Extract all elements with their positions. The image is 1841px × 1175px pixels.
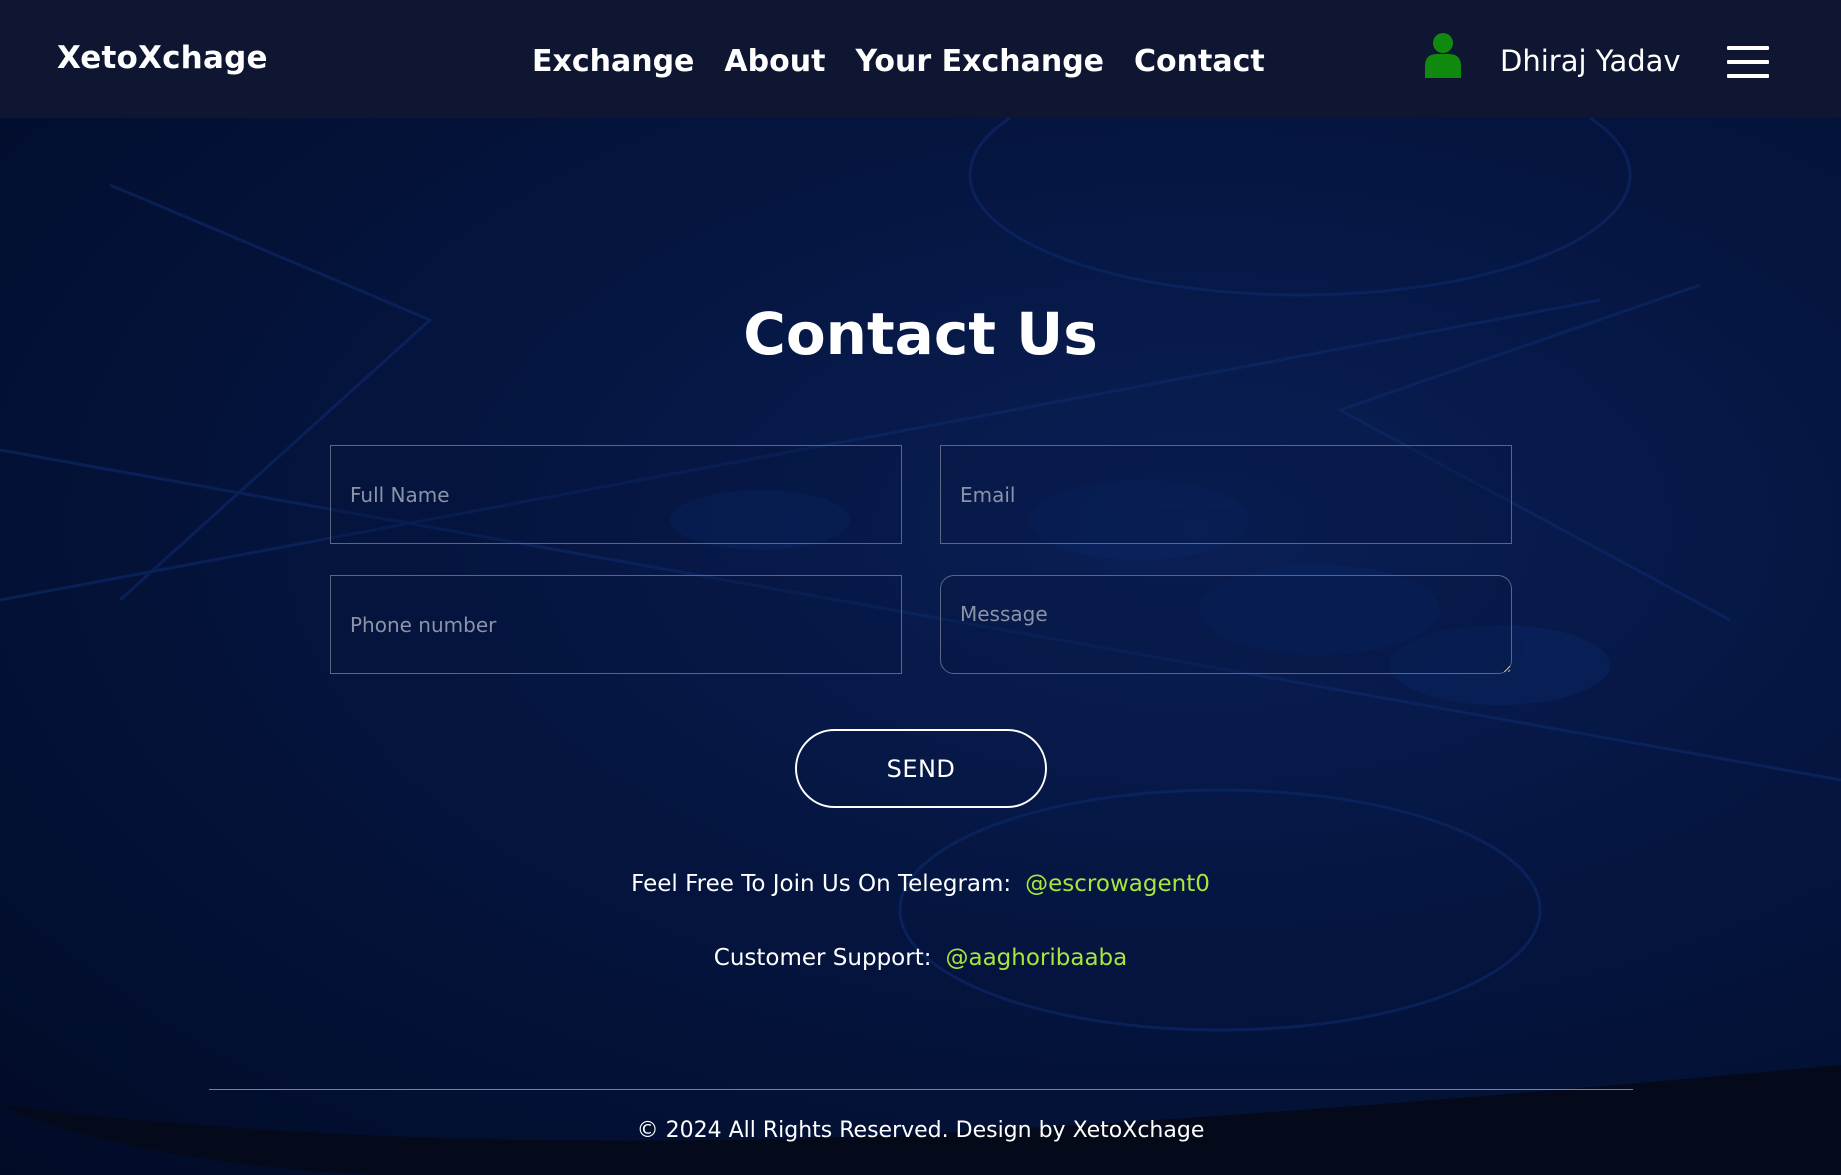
footer-divider (209, 1089, 1633, 1090)
support-handle-link[interactable]: @aaghoribaaba (945, 945, 1127, 971)
send-button[interactable]: SEND (795, 729, 1047, 808)
bottom-dark-wave (0, 1065, 1841, 1175)
telegram-info: Feel Free To Join Us On Telegram: @escrow… (0, 871, 1841, 897)
brand-logo-text[interactable]: XetoXchage (57, 40, 268, 76)
main-nav: Exchange About Your Exchange Contact (532, 44, 1265, 79)
support-label: Customer Support: (713, 945, 932, 971)
user-profile[interactable] (1423, 32, 1463, 78)
user-name[interactable]: Dhiraj Yadav (1500, 44, 1681, 78)
background-crypto-illustration (0, 53, 1841, 1032)
nav-link-contact[interactable]: Contact (1134, 44, 1265, 79)
support-info: Customer Support: @aaghoribaaba (0, 945, 1841, 971)
nav-link-your-exchange[interactable]: Your Exchange (855, 44, 1104, 79)
hamburger-menu-icon[interactable] (1727, 46, 1769, 78)
phone-number-input[interactable] (330, 575, 902, 674)
message-textarea[interactable] (940, 575, 1512, 674)
full-name-input[interactable] (330, 445, 902, 544)
user-icon[interactable] (1423, 32, 1463, 78)
footer-copyright: © 2024 All Rights Reserved. Design by Xe… (636, 1118, 1205, 1143)
nav-link-exchange[interactable]: Exchange (532, 44, 694, 79)
top-navbar: XetoXchage Exchange About Your Exchange … (0, 0, 1841, 118)
page-title: Contact Us (743, 300, 1098, 368)
email-input[interactable] (940, 445, 1512, 544)
telegram-label: Feel Free To Join Us On Telegram: (631, 871, 1012, 897)
telegram-handle-link[interactable]: @escrowagent0 (1025, 871, 1210, 897)
contact-page: XetoXchage Exchange About Your Exchange … (0, 0, 1841, 1175)
nav-link-about[interactable]: About (724, 44, 825, 79)
